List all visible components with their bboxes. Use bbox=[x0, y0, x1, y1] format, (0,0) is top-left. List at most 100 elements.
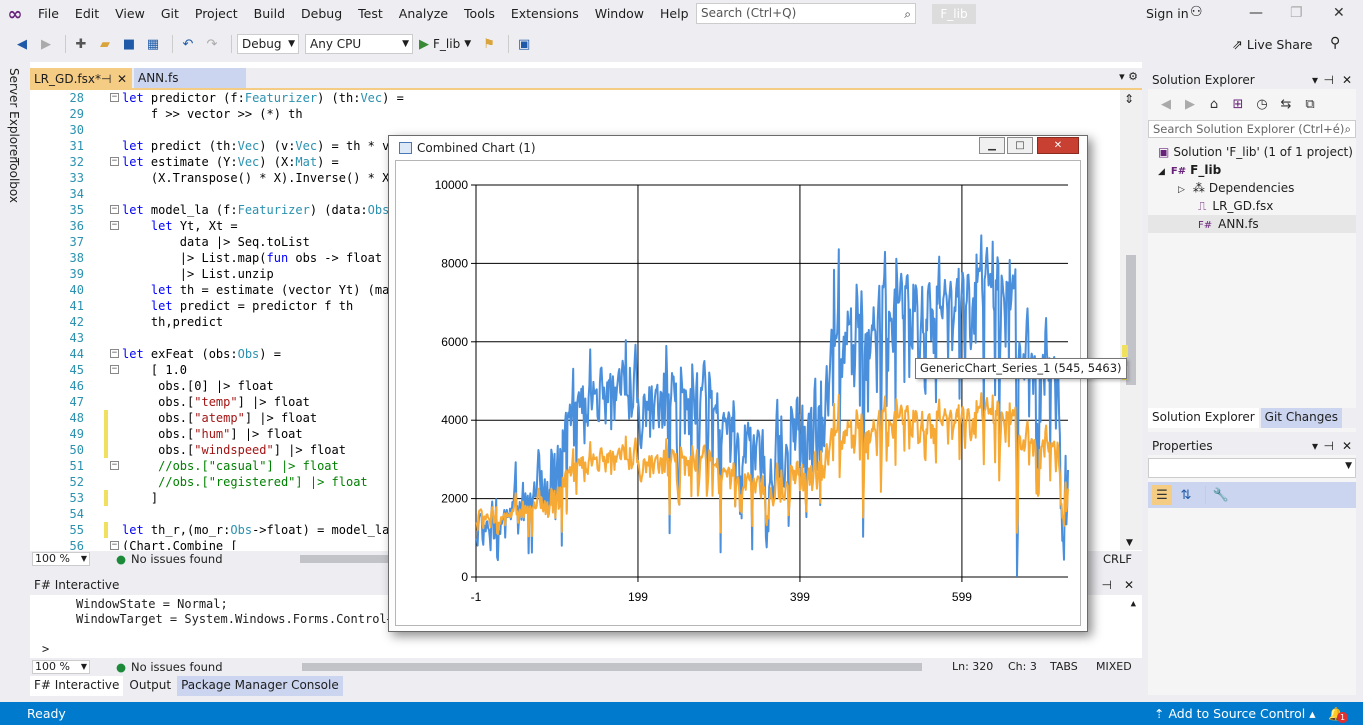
redo-icon[interactable]: ↷ bbox=[202, 34, 222, 54]
tab-overflow-icon[interactable]: ▾ ⚙ bbox=[1119, 70, 1138, 83]
properties-object-select[interactable]: ▼ bbox=[1148, 458, 1356, 478]
project-node[interactable]: ◢ F# F_lib bbox=[1158, 161, 1221, 179]
tab-git-changes[interactable]: Git Changes bbox=[1260, 408, 1343, 428]
undo-icon[interactable]: ↶ bbox=[178, 34, 198, 54]
code-line[interactable]: 28 − let predictor (f:Featurizer) (th:Vec)… bbox=[30, 90, 1120, 106]
switch-views-icon[interactable]: ⊞ bbox=[1228, 94, 1248, 114]
pending-changes-icon[interactable]: ◷ bbox=[1252, 94, 1272, 114]
property-pages-icon[interactable]: 🔧 bbox=[1211, 485, 1231, 505]
menu-item-project[interactable]: Project bbox=[187, 0, 246, 28]
chart-window-titlebar[interactable]: Combined Chart (1) ▁ □ ✕ bbox=[389, 136, 1087, 160]
tab-fsharp-interactive[interactable]: F# Interactive bbox=[30, 676, 124, 696]
line-ending-indicator[interactable]: CRLF bbox=[1103, 552, 1132, 566]
search-icon[interactable]: ⌕ bbox=[1345, 121, 1351, 137]
save-all-icon[interactable]: ▦ bbox=[143, 34, 163, 54]
pin-icon[interactable]: ⊣ bbox=[1324, 438, 1334, 455]
live-share-button[interactable]: ⇗ Live Share bbox=[1232, 37, 1312, 53]
solution-explorer-search-input[interactable]: Search Solution Explorer (Ctrl+é) ⌕ bbox=[1148, 120, 1356, 138]
issues-indicator[interactable]: ● No issues found bbox=[116, 552, 223, 566]
platform-select[interactable]: Any CPU ▼ bbox=[305, 34, 413, 54]
close-icon[interactable]: ✕ bbox=[1124, 577, 1134, 594]
file-node[interactable]: F# ANN.fs bbox=[1148, 215, 1356, 233]
menu-item-extensions[interactable]: Extensions bbox=[503, 0, 587, 28]
close-icon[interactable]: ✕ bbox=[1333, 5, 1345, 21]
menu-item-analyze[interactable]: Analyze bbox=[391, 0, 456, 28]
restore-icon[interactable]: ❐ bbox=[1290, 5, 1303, 21]
user-add-icon[interactable]: ⚇ bbox=[1190, 4, 1203, 20]
split-icon[interactable]: ⇕ bbox=[1124, 92, 1134, 106]
solution-node[interactable]: ▣ Solution 'F_lib' (1 of 1 project) bbox=[1158, 143, 1353, 161]
alphabetical-icon[interactable]: ⇅ bbox=[1176, 485, 1196, 505]
back-icon[interactable]: ◀ bbox=[12, 34, 32, 54]
source-control-button[interactable]: ⇡ Add to Source Control ▴ bbox=[1154, 706, 1316, 721]
close-icon[interactable]: ✕ bbox=[117, 68, 127, 90]
hot-reload-icon[interactable]: ⚑ bbox=[479, 34, 499, 54]
sync-icon[interactable]: ⇆ bbox=[1276, 94, 1296, 114]
issues-indicator[interactable]: ● No issues found bbox=[116, 660, 223, 674]
file-node[interactable]: ⎍ LR_GD.fsx bbox=[1198, 197, 1273, 215]
eol-indicator[interactable]: MIXED bbox=[1096, 660, 1132, 673]
home-icon[interactable]: ⌂ bbox=[1204, 94, 1224, 114]
feedback-icon[interactable]: ⚲ bbox=[1330, 35, 1340, 51]
zoom-select[interactable]: 100 % ▼ bbox=[32, 552, 90, 566]
chart-maximize-button[interactable]: □ bbox=[1007, 137, 1033, 154]
fold-toggle-icon[interactable]: − bbox=[110, 205, 119, 214]
fold-toggle-icon[interactable]: − bbox=[110, 349, 119, 358]
chart-window[interactable]: Combined Chart (1) ▁ □ ✕ 0 2000 4000 6000 80… bbox=[388, 135, 1088, 632]
sign-in-link[interactable]: Sign in bbox=[1146, 6, 1189, 21]
pin-icon[interactable]: ⊣ bbox=[1324, 72, 1334, 89]
menu-item-tools[interactable]: Tools bbox=[456, 0, 503, 28]
tab-ann[interactable]: ANN.fs bbox=[134, 68, 246, 88]
chevron-down-icon[interactable]: ▼ bbox=[464, 39, 471, 49]
back-icon[interactable]: ◀ bbox=[1156, 94, 1176, 114]
categorized-icon[interactable]: ☰ bbox=[1152, 485, 1172, 505]
code-line[interactable]: 29 f >> vector >> (*) th bbox=[30, 106, 1120, 122]
close-icon[interactable]: ✕ bbox=[1342, 72, 1352, 89]
tab-solution-explorer[interactable]: Solution Explorer bbox=[1148, 408, 1259, 428]
open-folder-icon[interactable]: ▰ bbox=[95, 34, 115, 54]
menu-item-build[interactable]: Build bbox=[246, 0, 293, 28]
tab-lr-gd[interactable]: LR_GD.fsx* ⊣ ✕ bbox=[30, 68, 132, 90]
toolbox-tab[interactable]: Toolbox bbox=[7, 158, 21, 203]
chevron-down-icon[interactable]: ▾ bbox=[1312, 438, 1318, 455]
menu-item-help[interactable]: Help bbox=[652, 0, 697, 28]
dependencies-node[interactable]: ▷ ⁂ Dependencies bbox=[1178, 179, 1294, 197]
chevron-down-icon[interactable]: ▾ bbox=[1312, 72, 1318, 89]
pin-icon[interactable]: ⊣ bbox=[101, 68, 111, 90]
minimize-icon[interactable]: — bbox=[1249, 5, 1263, 21]
menu-item-view[interactable]: View bbox=[107, 0, 153, 28]
collapse-all-icon[interactable]: ⧉ bbox=[1300, 94, 1320, 114]
combined-chart[interactable]: 0 2000 4000 6000 8000 10000 -1 199 399 599 bbox=[396, 161, 1082, 627]
fold-toggle-icon[interactable]: − bbox=[110, 461, 119, 470]
chart-minimize-button[interactable]: ▁ bbox=[979, 137, 1005, 154]
menu-item-edit[interactable]: Edit bbox=[67, 0, 107, 28]
start-debugging-button[interactable]: ▶ F_lib ▼ bbox=[419, 37, 471, 52]
search-icon[interactable]: ⌕ bbox=[904, 5, 911, 24]
fold-toggle-icon[interactable]: − bbox=[110, 365, 119, 374]
expanded-arrow-icon[interactable]: ◢ bbox=[1158, 167, 1165, 177]
menu-item-file[interactable]: File bbox=[30, 0, 67, 28]
scroll-down-icon[interactable]: ▼ bbox=[1126, 538, 1133, 548]
forward-icon[interactable]: ▶ bbox=[36, 34, 56, 54]
menu-item-git[interactable]: Git bbox=[153, 0, 187, 28]
fold-toggle-icon[interactable]: − bbox=[110, 221, 119, 230]
tab-output[interactable]: Output bbox=[125, 676, 176, 696]
fold-toggle-icon[interactable]: − bbox=[110, 93, 119, 102]
scroll-up-icon[interactable]: ▲ bbox=[1131, 599, 1136, 609]
forward-icon[interactable]: ▶ bbox=[1180, 94, 1200, 114]
collapsed-arrow-icon[interactable]: ▷ bbox=[1178, 185, 1185, 195]
tabs-mode-indicator[interactable]: TABS bbox=[1050, 660, 1078, 673]
save-icon[interactable]: ■ bbox=[119, 34, 139, 54]
zoom-select[interactable]: 100 % ▼ bbox=[32, 660, 90, 674]
search-input[interactable]: Search (Ctrl+Q) ⌕ bbox=[696, 3, 916, 24]
server-explorer-tab[interactable]: Server Explorer bbox=[7, 68, 21, 161]
pin-icon[interactable]: ⊣ bbox=[1102, 577, 1112, 594]
chart-close-button[interactable]: ✕ bbox=[1037, 137, 1079, 154]
close-icon[interactable]: ✕ bbox=[1342, 438, 1352, 455]
menu-item-debug[interactable]: Debug bbox=[293, 0, 350, 28]
tab-package-manager-console[interactable]: Package Manager Console bbox=[177, 676, 343, 696]
fold-toggle-icon[interactable]: − bbox=[110, 541, 119, 550]
new-item-icon[interactable]: ✚ bbox=[71, 34, 91, 54]
fsi-horizontal-scroll-thumb[interactable] bbox=[302, 663, 922, 671]
configuration-select[interactable]: Debug ▼ bbox=[237, 34, 299, 54]
